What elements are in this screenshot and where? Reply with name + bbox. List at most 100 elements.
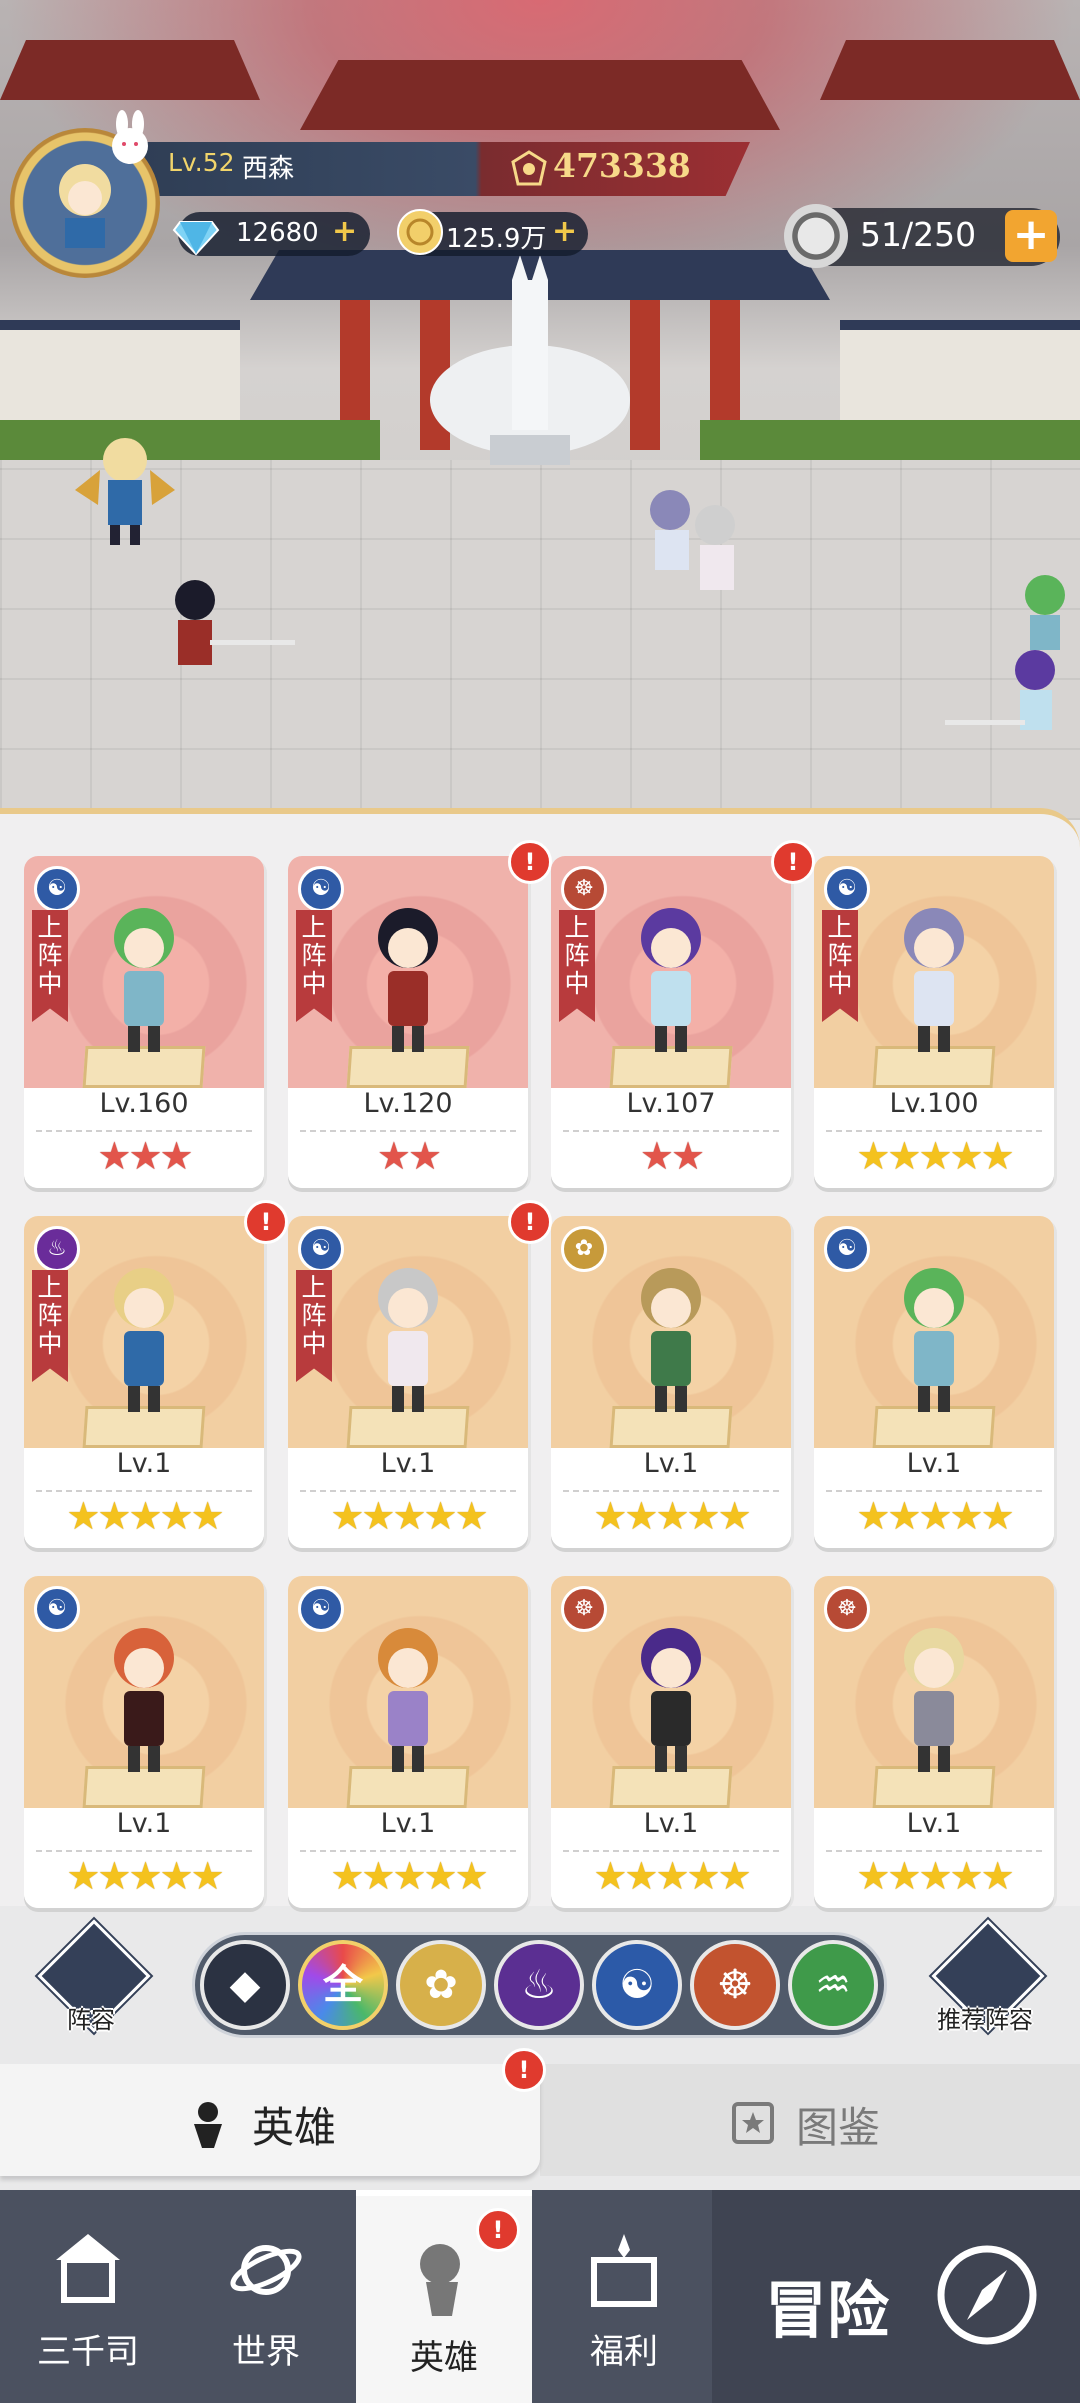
nav-item-welfare[interactable]: 福利	[536, 2190, 712, 2403]
diamond-icon	[172, 221, 220, 256]
combat-power-icon	[511, 150, 547, 186]
tab-heroes[interactable]: 英雄	[0, 2064, 540, 2176]
monk-element-icon: ☸	[824, 1586, 870, 1632]
light-element-icon: ✿	[561, 1226, 607, 1272]
hero-card[interactable]: ☯ Lv.1 ★★★★★	[24, 1576, 264, 1908]
water-element-icon: ☯	[824, 1226, 870, 1272]
filter-nature-icon[interactable]: ♒	[788, 1940, 878, 2030]
hero-sprite	[114, 908, 174, 1052]
hero-card-art: ☯ 上阵中	[814, 856, 1054, 1088]
filter-lotus-icon[interactable]: ✿	[396, 1940, 486, 2030]
hero-card[interactable]: ☯ 上阵中 Lv.160 ★★★	[24, 856, 264, 1188]
nav-heroes-alert-icon: !	[476, 2208, 520, 2252]
compass-icon	[937, 2245, 1037, 2345]
gold-coin-icon	[397, 209, 443, 255]
hero-card-art: ☯	[814, 1216, 1054, 1448]
scene-hero-group	[650, 490, 735, 590]
stamina-count: 51/250	[860, 215, 977, 254]
hero-card[interactable]: ☯ Lv.1 ★★★★★	[288, 1576, 528, 1908]
hero-card-footer: Lv.1 ★★★★★	[814, 1448, 1054, 1548]
hero-card[interactable]: ☯ 上阵中 Lv.100 ★★★★★	[814, 856, 1054, 1188]
scene-hero-archers	[945, 575, 1065, 730]
recommend-lineup-label: 推荐阵容	[937, 2006, 1033, 2034]
divider	[300, 1850, 516, 1852]
hero-sprite	[641, 1268, 701, 1412]
scene-hero-blonde	[75, 438, 175, 545]
deployed-banner: 上阵中	[822, 910, 858, 1022]
hero-card-footer: Lv.1 ★★★★★	[288, 1808, 528, 1908]
filter-monk-icon[interactable]: ☸	[690, 1940, 780, 2030]
gold-count: 125.9万	[446, 224, 547, 254]
nav-heroes-label: 英雄	[410, 2338, 478, 2378]
nav-item-world[interactable]: 世界	[178, 2190, 354, 2403]
hero-sprite	[378, 1268, 438, 1412]
hero-star-rating: ★★★★★	[330, 1494, 488, 1538]
water-element-icon: ☯	[824, 866, 870, 912]
hero-star-rating: ★★★★★	[856, 1854, 1014, 1898]
hero-star-rating: ★★★	[97, 1134, 193, 1178]
filter-fire-icon[interactable]: ♨	[494, 1940, 584, 2030]
hero-card-footer: Lv.107 ★★	[551, 1088, 791, 1188]
hero-star-rating: ★★★★★	[66, 1494, 224, 1538]
hero-card[interactable]: ☯ 上阵中 Lv.1 ★★★★★	[288, 1216, 528, 1548]
water-element-icon: ☯	[34, 866, 80, 912]
divider	[36, 1130, 252, 1132]
hero-sprite	[641, 1628, 701, 1772]
hero-star-rating: ★★	[376, 1134, 442, 1178]
hero-card[interactable]: ☸ Lv.1 ★★★★★	[551, 1576, 791, 1908]
hero-card-footer: Lv.1 ★★★★★	[551, 1808, 791, 1908]
tab-heroes-label: 英雄	[252, 2103, 337, 2152]
hero-card-art: ✿	[551, 1216, 791, 1448]
hero-card[interactable]: ☯ 上阵中 Lv.120 ★★	[288, 856, 528, 1188]
filter-water-icon[interactable]: ☯	[592, 1940, 682, 2030]
hero-level: Lv.1	[643, 1808, 699, 1839]
hero-level: Lv.100	[889, 1088, 979, 1119]
hero-profile-icon	[420, 2244, 460, 2316]
tab-codex-label: 图鉴	[796, 2103, 881, 2152]
left-pavilion-roof	[0, 40, 260, 100]
nav-item-home[interactable]: 三千司	[0, 2190, 176, 2403]
hero-card[interactable]: ♨ 上阵中 Lv.1 ★★★★★	[24, 1216, 264, 1548]
hero-card[interactable]: ☸ 上阵中 Lv.107 ★★	[551, 856, 791, 1188]
hero-star-rating: ★★★★★	[856, 1134, 1014, 1178]
add-diamond-button[interactable]: +	[332, 214, 357, 249]
hero-card[interactable]: ☯ Lv.1 ★★★★★	[814, 1216, 1054, 1548]
hero-alert-icon: !	[508, 840, 552, 884]
divider	[826, 1490, 1042, 1492]
codex-icon	[732, 2102, 774, 2144]
hero-card-art: ☸	[814, 1576, 1054, 1808]
hero-sprite	[904, 1268, 964, 1412]
divider	[563, 1490, 779, 1492]
hero-card-art: ☸	[551, 1576, 791, 1808]
fox-statue	[430, 255, 630, 465]
tab-heroes-alert-icon: !	[502, 2048, 546, 2092]
nav-world-label: 世界	[232, 2332, 300, 2372]
tab-codex[interactable]: 图鉴	[540, 2064, 1080, 2176]
gift-box-icon	[591, 2234, 657, 2307]
add-gold-button[interactable]: +	[552, 214, 577, 249]
lineup-button[interactable]: 阵容	[36, 1919, 151, 2040]
deployed-banner: 上阵中	[559, 910, 595, 1022]
diamond-count: 12680	[236, 218, 319, 248]
add-stamina-button[interactable]: +	[1005, 210, 1057, 262]
filter-all-button[interactable]: 全	[298, 1940, 388, 2030]
temple-icon	[56, 2234, 120, 2303]
hero-level: Lv.107	[626, 1088, 716, 1119]
hero-level: Lv.160	[99, 1088, 189, 1119]
hero-card[interactable]: ✿ Lv.1 ★★★★★	[551, 1216, 791, 1548]
hero-sprite	[904, 1628, 964, 1772]
monk-element-icon: ☸	[561, 866, 607, 912]
hero-level: Lv.1	[380, 1808, 436, 1839]
hero-level: Lv.1	[906, 1448, 962, 1479]
hero-sprite	[904, 908, 964, 1052]
hero-alert-icon: !	[244, 1200, 288, 1244]
hero-star-rating: ★★★★★	[330, 1854, 488, 1898]
recommend-lineup-button[interactable]: 推荐阵容	[930, 1919, 1045, 2040]
filter-all-types-icon[interactable]: ◆	[200, 1940, 290, 2030]
fire-element-icon: ♨	[34, 1226, 80, 1272]
hero-sprite	[114, 1628, 174, 1772]
hero-card-art: ♨ 上阵中	[24, 1216, 264, 1448]
planet-icon	[230, 2245, 302, 2295]
hero-card-footer: Lv.120 ★★	[288, 1088, 528, 1188]
hero-card[interactable]: ☸ Lv.1 ★★★★★	[814, 1576, 1054, 1908]
